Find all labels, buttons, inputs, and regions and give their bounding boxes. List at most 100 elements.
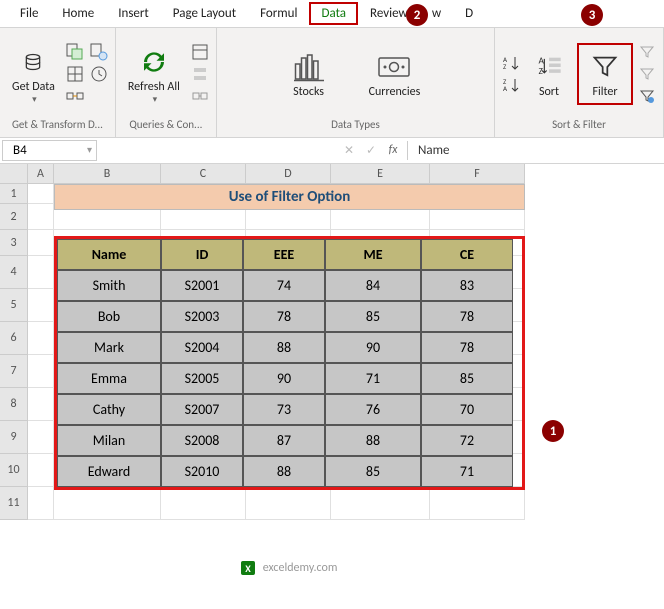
from-table-button[interactable] bbox=[65, 64, 85, 84]
row-header-6[interactable]: 6 bbox=[0, 322, 28, 355]
col-header-a[interactable]: A bbox=[28, 164, 54, 184]
table-row: Smith S2001 74 84 83 bbox=[57, 270, 522, 301]
cell[interactable]: 85 bbox=[421, 363, 513, 394]
col-id[interactable]: ID bbox=[161, 239, 243, 270]
col-me[interactable]: ME bbox=[325, 239, 421, 270]
col-ce[interactable]: CE bbox=[421, 239, 513, 270]
currencies-button[interactable]: Currencies bbox=[363, 47, 427, 101]
fx-icon[interactable]: fx bbox=[383, 143, 403, 158]
recent-sources-button[interactable] bbox=[89, 64, 109, 84]
properties-button[interactable] bbox=[190, 64, 210, 84]
row-header-9[interactable]: 9 bbox=[0, 421, 28, 454]
select-all-corner[interactable] bbox=[0, 164, 28, 184]
row-header-1[interactable]: 1 bbox=[0, 184, 28, 204]
cell[interactable]: 74 bbox=[243, 270, 325, 301]
cell[interactable]: Smith bbox=[57, 270, 161, 301]
chevron-down-icon: ▾ bbox=[153, 94, 158, 105]
row-header-8[interactable]: 8 bbox=[0, 388, 28, 421]
cell[interactable]: 78 bbox=[243, 301, 325, 332]
row-header-2[interactable]: 2 bbox=[0, 204, 28, 230]
cell[interactable]: 71 bbox=[325, 363, 421, 394]
tab-file[interactable]: File bbox=[8, 2, 50, 25]
col-header-b[interactable]: B bbox=[54, 164, 161, 184]
database-icon bbox=[23, 44, 43, 80]
name-box[interactable]: B4 bbox=[2, 140, 97, 161]
sort-asc-button[interactable]: AZ bbox=[501, 53, 521, 73]
cell[interactable]: 76 bbox=[325, 394, 421, 425]
row-header-3[interactable]: 3 bbox=[0, 230, 28, 256]
formula-bar[interactable]: Name bbox=[407, 141, 664, 160]
cancel-icon[interactable]: ✕ bbox=[339, 143, 359, 158]
existing-connections-button[interactable] bbox=[65, 86, 85, 106]
edit-links-button[interactable] bbox=[190, 86, 210, 106]
cell[interactable]: 87 bbox=[243, 425, 325, 456]
reapply-button[interactable] bbox=[637, 64, 657, 84]
filter-label: Filter bbox=[592, 85, 617, 99]
row-header-5[interactable]: 5 bbox=[0, 289, 28, 322]
cell[interactable]: S2008 bbox=[161, 425, 243, 456]
tab-formulas[interactable]: Formul bbox=[248, 2, 309, 25]
cell[interactable]: 83 bbox=[421, 270, 513, 301]
cell[interactable]: Mark bbox=[57, 332, 161, 363]
col-name[interactable]: Name bbox=[57, 239, 161, 270]
formula-controls: ✕ ✓ fx bbox=[335, 143, 407, 158]
cell[interactable]: Cathy bbox=[57, 394, 161, 425]
col-eee[interactable]: EEE bbox=[243, 239, 325, 270]
enter-icon[interactable]: ✓ bbox=[361, 143, 381, 158]
tab-developer[interactable]: D bbox=[453, 2, 485, 25]
cell[interactable]: 88 bbox=[243, 332, 325, 363]
cell[interactable]: 90 bbox=[243, 363, 325, 394]
cell[interactable]: 70 bbox=[421, 394, 513, 425]
row-header-11[interactable]: 11 bbox=[0, 487, 28, 520]
cell[interactable]: S2010 bbox=[161, 456, 243, 487]
cell[interactable]: 71 bbox=[421, 456, 513, 487]
cell[interactable]: S2005 bbox=[161, 363, 243, 394]
tab-home[interactable]: Home bbox=[50, 2, 106, 25]
queries-connections-button[interactable] bbox=[190, 42, 210, 62]
grid-body[interactable]: A B C D E F Use of Filter Option Name ID… bbox=[28, 164, 525, 520]
sort-button[interactable]: AZ Sort bbox=[525, 47, 573, 101]
cell[interactable]: S2007 bbox=[161, 394, 243, 425]
cell[interactable]: 78 bbox=[421, 332, 513, 363]
col-header-f[interactable]: F bbox=[430, 164, 525, 184]
cell[interactable]: S2004 bbox=[161, 332, 243, 363]
row-header-10[interactable]: 10 bbox=[0, 454, 28, 487]
group-queries-connections: Refresh All▾ Queries & Con... bbox=[116, 28, 217, 137]
cell[interactable]: 85 bbox=[325, 301, 421, 332]
stocks-button[interactable]: Stocks bbox=[285, 47, 333, 101]
cell[interactable]: Milan bbox=[57, 425, 161, 456]
refresh-icon bbox=[139, 44, 169, 80]
formula-bar-row: B4 ✕ ✓ fx Name bbox=[0, 138, 664, 164]
sort-desc-button[interactable]: ZA bbox=[501, 75, 521, 95]
cell[interactable]: 90 bbox=[325, 332, 421, 363]
col-header-d[interactable]: D bbox=[246, 164, 331, 184]
cell[interactable]: Emma bbox=[57, 363, 161, 394]
from-web-button[interactable] bbox=[89, 42, 109, 62]
table-row: Mark S2004 88 90 78 bbox=[57, 332, 522, 363]
cell[interactable]: S2001 bbox=[161, 270, 243, 301]
cell[interactable]: 84 bbox=[325, 270, 421, 301]
cell[interactable]: 72 bbox=[421, 425, 513, 456]
cell[interactable]: Edward bbox=[57, 456, 161, 487]
advanced-filter-button[interactable] bbox=[637, 86, 657, 106]
clear-filter-button[interactable] bbox=[637, 42, 657, 62]
cell[interactable]: 78 bbox=[421, 301, 513, 332]
row-header-4[interactable]: 4 bbox=[0, 256, 28, 289]
cell[interactable]: Bob bbox=[57, 301, 161, 332]
cell[interactable]: 88 bbox=[325, 425, 421, 456]
cell[interactable]: S2003 bbox=[161, 301, 243, 332]
cell[interactable]: 88 bbox=[243, 456, 325, 487]
sort-quick-buttons: AZ ZA bbox=[501, 53, 521, 95]
filter-button[interactable]: Filter bbox=[581, 47, 629, 101]
col-header-c[interactable]: C bbox=[161, 164, 246, 184]
cell[interactable]: 85 bbox=[325, 456, 421, 487]
from-text-button[interactable] bbox=[65, 42, 85, 62]
refresh-all-button[interactable]: Refresh All▾ bbox=[122, 42, 186, 107]
tab-data[interactable]: Data bbox=[309, 2, 358, 25]
tab-insert[interactable]: Insert bbox=[106, 2, 161, 25]
get-data-button[interactable]: Get Data▾ bbox=[6, 42, 61, 107]
row-header-7[interactable]: 7 bbox=[0, 355, 28, 388]
cell[interactable]: 73 bbox=[243, 394, 325, 425]
tab-page-layout[interactable]: Page Layout bbox=[161, 2, 248, 25]
col-header-e[interactable]: E bbox=[331, 164, 430, 184]
